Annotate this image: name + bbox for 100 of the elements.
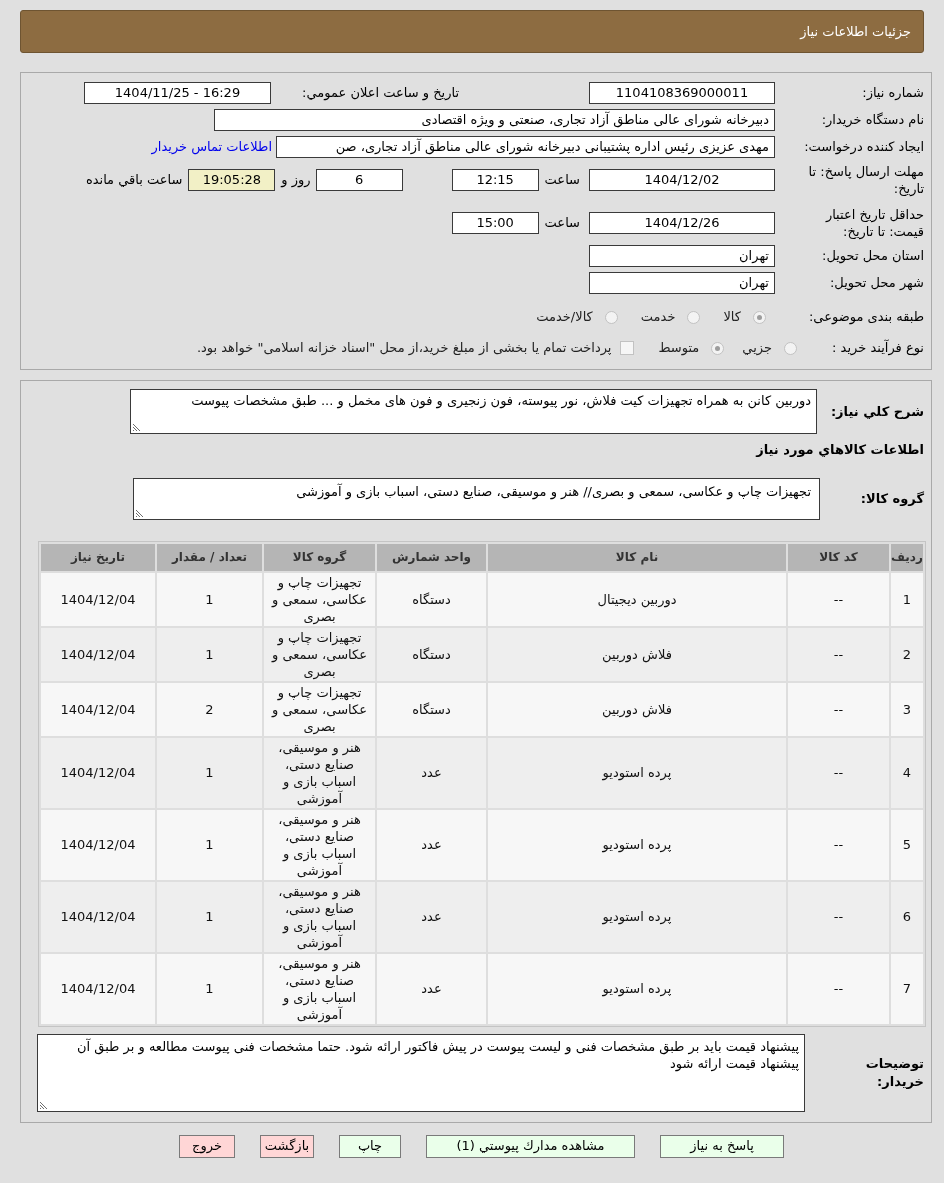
radio-button[interactable] (687, 310, 701, 324)
radio-button[interactable] (784, 341, 797, 355)
field-label: توضیحات خریدار: (864, 1054, 924, 1091)
table-cell: 4 (891, 737, 923, 808)
option-label: متوسط (658, 339, 700, 358)
table-cell: 2 (157, 682, 262, 736)
city-field[interactable]: تهران (589, 272, 775, 294)
table-cell: -- (788, 627, 889, 681)
table-cell: 1 (891, 572, 923, 626)
table-cell: پرده استودیو (488, 953, 786, 1024)
table-cell: عدد (377, 809, 486, 880)
field-label: شماره نیاز: (861, 84, 924, 103)
field-label: نوع فرآیند خرید : (831, 338, 924, 358)
table-cell: 1404/12/04 (41, 737, 155, 808)
table-cell: 1404/12/04 (41, 627, 155, 681)
table-cell: 3 (891, 682, 923, 736)
requester-field[interactable]: مهدی عزیزی رئیس اداره پشتیبانی دبیرخانه شورای عالی مناطق آزاد تجاری، صن (276, 136, 775, 158)
action-button[interactable]: بازگشت (260, 1134, 314, 1158)
field-label: ایجاد کننده درخواست: (803, 138, 924, 157)
table-cell: 1 (157, 572, 262, 626)
table-cell: -- (788, 682, 889, 736)
table-cell: 2 (891, 627, 923, 681)
column-header: ردیف (891, 543, 923, 571)
table-cell: دوربین دیجیتال (488, 572, 786, 626)
column-header: واحد شمارش (377, 543, 486, 571)
table-cell: عدد (377, 881, 486, 952)
table-cell: دستگاه (377, 572, 486, 626)
date-field[interactable]: 1404/12/26 (589, 212, 775, 234)
table-cell: پرده استودیو (488, 881, 786, 952)
table-cell: هنر و موسیقی، صنایع دستی، اسباب بازی و آموزشی (264, 881, 375, 952)
days-field[interactable]: 6 (315, 169, 403, 191)
action-button[interactable]: چاپ (339, 1134, 401, 1158)
field-label: شرح كلي نياز: (829, 402, 924, 421)
field-label: ساعت باقي مانده (85, 171, 183, 190)
table-cell: 1404/12/04 (41, 682, 155, 736)
contact-link[interactable]: اطلاعات تماس خریدار (151, 137, 272, 157)
table-cell: -- (788, 809, 889, 880)
goods-group-box[interactable]: تجهیزات چاپ و عکاسی، سمعی و بصری// هنر و موسیقی، صنایع دستی، اسباب بازی و آموزشی (133, 477, 820, 520)
date-field[interactable]: 1404/12/02 (589, 169, 775, 191)
remaining-time-field[interactable]: 19:05:28 (188, 169, 276, 191)
action-button[interactable]: خروج (179, 1134, 235, 1158)
radio-button[interactable] (604, 310, 618, 324)
resize-grip-icon[interactable] (136, 509, 143, 517)
action-button[interactable]: مشاهده مدارك پيوستي (1) (426, 1134, 635, 1158)
field-label: طبقه بندی موضوعی: (807, 308, 924, 327)
column-header: گروه کالا (264, 543, 375, 571)
table-cell: 1 (157, 953, 262, 1024)
announce-date-field[interactable]: 1404/11/25 - 16:29 (84, 82, 271, 104)
description-box[interactable]: دوربین کانن به همراه تجهیزات کیت فلاش، نور پیوسته، فون زنجیری و فون های مخمل و ... طبق مشخصات پیوست (130, 389, 817, 434)
resize-grip-icon[interactable] (40, 1101, 47, 1109)
table-cell: پرده استودیو (488, 809, 786, 880)
field-label: گروه کالا: (859, 489, 924, 508)
buyer-notes-box[interactable]: پیشنهاد قیمت باید بر طبق مشخصات فنی و لیست پیوست در پیش فاکتور ارائه شود. حتما مشخصات فنی پیوست مطالعه و بر طبق آن پیشنهاد قیمت ارائه شود (37, 1033, 805, 1112)
table-cell: هنر و موسیقی، صنایع دستی، اسباب بازی و آموزشی (264, 953, 375, 1024)
table-cell: 1404/12/04 (41, 572, 155, 626)
option-label: خدمت (640, 308, 676, 327)
table-cell: دستگاه (377, 627, 486, 681)
table-cell: تجهیزات چاپ و عکاسی، سمعی و بصری (264, 627, 375, 681)
table-cell: -- (788, 881, 889, 952)
table-cell: 7 (891, 953, 923, 1024)
option-label: پرداخت تمام یا بخشی از مبلغ خرید،از محل "اسناد خزانه اسلامی" خواهد بود. (196, 339, 612, 358)
table-cell: هنر و موسیقی، صنایع دستی، اسباب بازی و آموزشی (264, 737, 375, 808)
resize-grip-icon[interactable] (133, 424, 140, 431)
field-label: ساعت (544, 214, 580, 233)
table-cell: هنر و موسیقی، صنایع دستی، اسباب بازی و آموزشی (264, 809, 375, 880)
radio-button[interactable] (753, 310, 766, 324)
field-label: شهر محل تحویل: (828, 274, 924, 293)
radio-button[interactable] (711, 341, 725, 355)
field-label: روز و (281, 171, 311, 190)
section-title: اطلاعات كالاهاي مورد نياز (754, 441, 924, 459)
action-button[interactable]: پاسخ به نیاز (660, 1134, 784, 1158)
option-label: جزيي (742, 339, 772, 358)
column-header: تعداد / مقدار (157, 543, 262, 571)
field-label: ساعت (544, 171, 580, 190)
field-label: تاریخ و ساعت اعلان عمومي: (301, 84, 459, 103)
window-title: جزئیات اطلاعات نیاز (800, 22, 911, 42)
field-label: استان محل تحویل: (821, 247, 924, 266)
table-cell: -- (788, 953, 889, 1024)
need-number-field[interactable]: 1104108369000011 (589, 82, 775, 104)
table-cell: 1 (157, 627, 262, 681)
table-cell: تجهیزات چاپ و عکاسی، سمعی و بصری (264, 682, 375, 736)
table-cell: فلاش دوربین (488, 682, 786, 736)
field-label: نام دستگاه خریدار: (820, 111, 924, 130)
table-cell: 1 (157, 809, 262, 880)
table-cell: 1404/12/04 (41, 953, 155, 1024)
field-label: حداقل تاريخ اعتبار قیمت: تا تاریخ: (824, 206, 924, 240)
table-cell: 6 (891, 881, 923, 952)
time-field[interactable]: 12:15 (451, 169, 539, 191)
table-cell: -- (788, 572, 889, 626)
table-cell: عدد (377, 953, 486, 1024)
table-cell: 1 (157, 881, 262, 952)
time-field[interactable]: 15:00 (451, 212, 539, 234)
buyer-org-field[interactable]: دبیرخانه شورای عالی مناطق آزاد تجاری، صنعتی و ویژه اقتصادی (214, 109, 775, 131)
field-label: مهلت ارسال پاسخ: تا تاریخ: (807, 163, 924, 197)
checkbox[interactable] (620, 341, 635, 355)
table-cell: -- (788, 737, 889, 808)
column-header: نام کالا (488, 543, 786, 571)
column-header: کد کالا (788, 543, 889, 571)
option-label: کالا (723, 308, 741, 327)
province-field[interactable]: تهران (589, 245, 775, 267)
